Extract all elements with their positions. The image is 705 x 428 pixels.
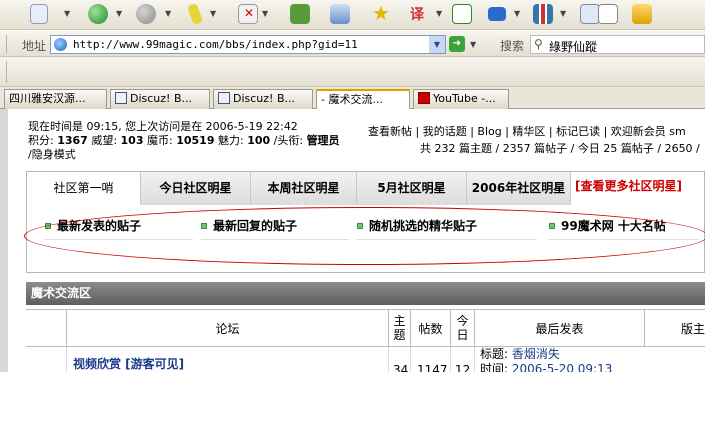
browser-tab[interactable]: Discuz! B...	[110, 89, 210, 109]
posts-count: 1147	[410, 347, 450, 372]
last-title-label: 标题:	[480, 347, 512, 361]
tab-community-first[interactable]: 社区第一哨	[27, 172, 141, 205]
toolbar-grip	[6, 61, 7, 83]
forum-table-header: 论坛 主题 帖数 今日 最后发表 版主	[26, 309, 705, 348]
edit-icon[interactable]	[598, 4, 618, 24]
search-label: 搜索	[500, 39, 525, 53]
header-posts: 帖数	[410, 310, 450, 348]
tab-year-stars[interactable]: 2006年社区明星	[467, 172, 571, 205]
chevron-down-icon[interactable]: ▼	[64, 9, 70, 18]
search-value[interactable]: 綠野仙蹤	[549, 38, 597, 55]
browser-screenshot: ▼ ▼ ▼ ▼ ✕ ▼ ★ 译 ▼ ▼ ▼ 地址 http://www.99ma…	[0, 0, 705, 372]
header-forum: 论坛	[66, 310, 388, 348]
chevron-down-icon[interactable]: ▼	[210, 9, 216, 18]
chevron-down-icon[interactable]: ▼	[514, 9, 520, 18]
tab-label: 四川雅安汉源...	[9, 92, 86, 105]
points-label: 积分:	[28, 134, 58, 147]
toolbar-grip	[6, 35, 7, 53]
translate-icon[interactable]: 译	[410, 4, 430, 24]
tab-page-icon	[115, 92, 127, 104]
prestige-value: 103	[120, 134, 144, 147]
search-icon: ⚲	[534, 37, 543, 51]
tab-label: Discuz! B...	[130, 92, 192, 105]
back-icon[interactable]	[88, 4, 108, 24]
tab-page-icon	[218, 92, 230, 104]
title-label: /头衔:	[270, 134, 307, 147]
user-info: 现在时间是 09:15, 您上次访问是在 2006-5-19 22:42 积分:…	[28, 120, 340, 162]
chevron-down-icon[interactable]: ▼	[560, 9, 566, 18]
header-last-post: 最后发表	[474, 310, 644, 348]
address-input[interactable]: http://www.99magic.com/bbs/index.php?gid…	[50, 35, 446, 54]
forum-icon-cell	[26, 347, 66, 372]
refresh-icon[interactable]	[290, 4, 310, 24]
mail-icon[interactable]	[488, 7, 506, 21]
header-topics: 主题	[388, 310, 410, 348]
chevron-down-icon[interactable]: ▼	[436, 9, 442, 18]
header-today: 今日	[450, 310, 474, 348]
browser-tab[interactable]: 四川雅安汉源...	[4, 89, 107, 109]
window-icon[interactable]	[452, 4, 472, 24]
forum-stats: 共 232 篇主题 / 2357 篇帖子 / 今日 25 篇帖子 / 2650 …	[420, 142, 700, 155]
last-time-label: 时间:	[480, 362, 512, 372]
title-value: 管理员	[306, 134, 340, 147]
chevron-down-icon[interactable]: ▼	[470, 40, 476, 49]
vertical-scrollbar[interactable]	[0, 109, 8, 372]
coins-label: 魔币:	[143, 134, 177, 147]
chevron-down-icon[interactable]: ▼	[165, 9, 171, 18]
chevron-down-icon[interactable]: ▼	[262, 9, 268, 18]
icon-column-header	[26, 310, 66, 348]
highlight-icon[interactable]	[186, 2, 204, 26]
stop-icon[interactable]: ✕	[238, 4, 258, 24]
current-time-text: 现在时间是 09:15, 您上次访问是在 2006-5-19 22:42	[28, 120, 298, 133]
red-annotation-ellipse	[24, 207, 705, 265]
browser-tab[interactable]: YouTube -...	[413, 89, 509, 109]
top-links[interactable]: 查看新帖 | 我的话题 | Blog | 精华区 | 标记已读 | 欢迎新会员 …	[368, 125, 686, 139]
tab-week-stars[interactable]: 本周社区明星	[251, 172, 357, 205]
address-dropdown-icon[interactable]: ▼	[429, 36, 445, 53]
today-count: 12	[450, 347, 474, 372]
points-value: 1367	[57, 134, 88, 147]
messenger-icon[interactable]	[632, 4, 652, 24]
youtube-icon	[418, 92, 430, 104]
standard-toolbar: ▼ ▼ ▼ ▼ ✕ ▼ ★ 译 ▼ ▼ ▼	[0, 0, 705, 30]
home-icon[interactable]	[330, 4, 350, 24]
topics-count: 34	[388, 347, 410, 372]
favorites-icon[interactable]: ★	[372, 3, 392, 23]
last-post-link[interactable]: 香烟消失	[512, 347, 560, 361]
forward-icon[interactable]	[136, 4, 156, 24]
header-moderator: 版主	[644, 310, 705, 348]
browser-tab[interactable]: Discuz! B...	[213, 89, 313, 109]
browser-tab-bar: 四川雅安汉源... Discuz! B... Discuz! B... - 魔术…	[0, 87, 705, 110]
tab-today-stars[interactable]: 今日社区明星	[141, 172, 251, 205]
page-icon[interactable]	[30, 4, 48, 24]
stealth-mode-text[interactable]: /隐身模式	[28, 148, 340, 162]
chart-icon[interactable]	[533, 4, 553, 24]
search-input[interactable]: ⚲ 綠野仙蹤	[530, 35, 705, 54]
tab-label: Discuz! B...	[233, 92, 295, 105]
ie-page-icon	[54, 38, 67, 51]
forum-name-link[interactable]: 视频欣赏 [游客可见]	[66, 347, 388, 372]
charm-label: 魅力:	[214, 134, 248, 147]
go-button[interactable]: ➜	[449, 36, 465, 52]
table-row: 视频欣赏 [游客可见] 34 1147 12 标题: 香烟消失 时间: 2006…	[26, 347, 705, 372]
browser-tab-active[interactable]: - 魔术交流...	[316, 89, 410, 110]
tab-label: YouTube -...	[433, 92, 496, 105]
tab-month-stars[interactable]: 5月社区明星	[357, 172, 467, 205]
print-icon[interactable]	[580, 4, 600, 24]
last-post-cell: 标题: 香烟消失 时间: 2006-5-20 09:13	[474, 347, 705, 372]
user-stats: 积分: 1367 威望: 103 魔币: 10519 魅力: 100 /头衔: …	[28, 134, 340, 148]
forum-page: 现在时间是 09:15, 您上次访问是在 2006-5-19 22:42 积分:…	[0, 109, 705, 372]
prestige-label: 威望:	[87, 134, 121, 147]
tab-label: - 魔术交流...	[321, 93, 383, 106]
coins-value: 10519	[176, 134, 215, 147]
section-header: 魔术交流区	[26, 282, 705, 305]
more-stars-link[interactable]: [查看更多社区明星]	[575, 172, 682, 205]
address-toolbar: 地址 http://www.99magic.com/bbs/index.php?…	[0, 31, 705, 57]
address-url[interactable]: http://www.99magic.com/bbs/index.php?gid…	[73, 38, 358, 51]
charm-value: 100	[247, 134, 271, 147]
last-post-time: 2006-5-20 09:13	[511, 362, 613, 372]
links-toolbar: ★ ◀ ▶ ✕ ▼ _ ❐ ▼ ✕ ▼	[0, 57, 705, 138]
chevron-down-icon[interactable]: ▼	[116, 9, 122, 18]
address-label: 地址	[22, 39, 47, 53]
